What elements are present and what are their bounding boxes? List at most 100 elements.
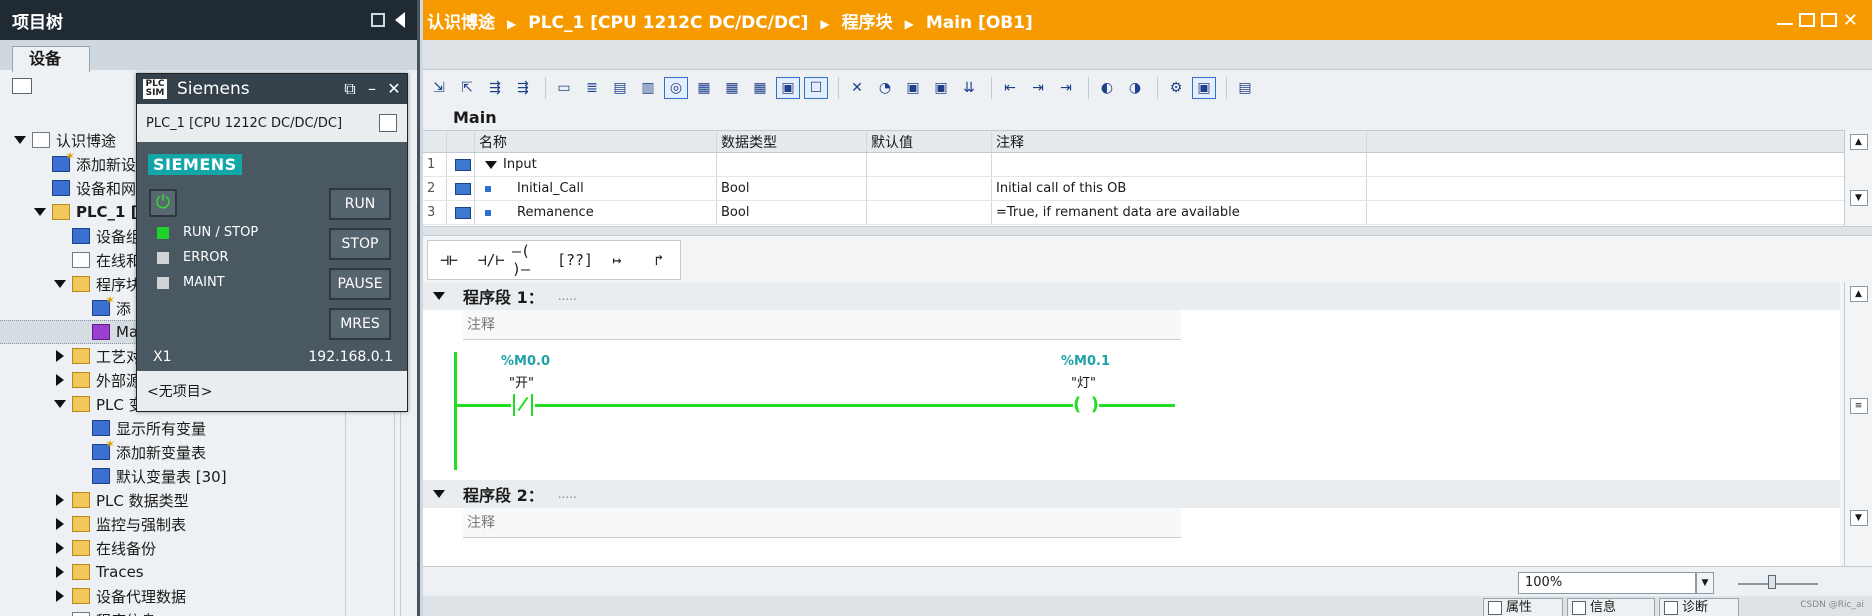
name-cell[interactable]: Initial_Call	[475, 177, 717, 200]
column-default-header[interactable]: 默认值	[867, 131, 992, 152]
name-cell[interactable]: Remanence	[475, 201, 717, 224]
breadcrumb-item[interactable]: 程序块	[842, 13, 893, 33]
collapsed-icon[interactable]	[56, 350, 64, 362]
monitor-icon[interactable]: ◔	[873, 77, 897, 99]
insert-row-icon[interactable]: ⇶	[483, 77, 507, 99]
breadcrumb-item[interactable]: PLC_1 [CPU 1212C DC/DC/DC]	[528, 13, 808, 33]
zoom-input[interactable]: 100%	[1518, 572, 1696, 594]
output-coil[interactable]: ()	[1073, 394, 1099, 418]
tree-item[interactable]: 显示所有变量	[0, 416, 395, 440]
scroll-down-icon[interactable]: ▼	[1849, 190, 1868, 206]
favorites-icon[interactable]: ☐	[804, 77, 828, 99]
scroll-down-icon[interactable]: ▼	[1849, 510, 1868, 526]
contact-tag[interactable]: "开"	[509, 372, 534, 391]
toolbar-icon[interactable]: ▣	[929, 77, 953, 99]
network-1-title-placeholder[interactable]: .....	[558, 289, 577, 303]
delete-icon[interactable]: ✕	[845, 77, 869, 99]
name-cell[interactable]: Input	[475, 153, 717, 176]
settings-icon[interactable]: ⚙	[1164, 77, 1188, 99]
collapse-panel-icon[interactable]	[395, 12, 405, 28]
column-name-header[interactable]: 名称	[475, 131, 717, 152]
chevron-down-icon[interactable]: ▼	[1696, 572, 1714, 594]
pause-button[interactable]: PAUSE	[329, 268, 391, 300]
toolbar-icon[interactable]: ▣	[776, 77, 800, 99]
expanded-icon[interactable]	[34, 208, 46, 216]
delete-network-icon[interactable]: ⇱	[455, 77, 479, 99]
restore-icon[interactable]	[1798, 13, 1815, 27]
close-branch-icon[interactable]: ↱	[638, 241, 680, 279]
normally-closed-contact[interactable]	[511, 394, 535, 416]
network-1-header[interactable]: 程序段 1： .....	[423, 282, 1840, 310]
minimize-icon[interactable]	[1776, 23, 1793, 27]
breadcrumb-item[interactable]: 认识博途	[427, 13, 495, 33]
coil-address[interactable]: %M0.1	[1061, 354, 1110, 369]
toolbar-icon[interactable]: ▤	[608, 77, 632, 99]
tree-item[interactable]: 设备代理数据	[0, 584, 395, 608]
toolbar-icon[interactable]: ▦	[748, 77, 772, 99]
minimize-icon[interactable]: –	[363, 80, 381, 98]
collapsed-icon[interactable]	[56, 494, 64, 506]
close-icon[interactable]: ✕	[1843, 10, 1858, 31]
add-row-icon[interactable]: ⇶	[511, 77, 535, 99]
column-comment-header[interactable]: 注释	[992, 131, 1367, 152]
collapsed-icon[interactable]	[56, 590, 64, 602]
document-icon[interactable]	[379, 114, 397, 132]
scroll-thumb-icon[interactable]: ≡	[1849, 398, 1868, 414]
project-view-icon[interactable]	[12, 78, 32, 94]
scroll-up-icon[interactable]: ▲	[1849, 286, 1868, 302]
insert-network-icon[interactable]: ⇲	[427, 77, 451, 99]
plcsim-title-bar[interactable]: PLC SIM Siemens ⧉ – ✕	[137, 74, 407, 104]
collapsed-icon[interactable]	[56, 566, 64, 578]
coil-tag[interactable]: "灯"	[1071, 372, 1096, 391]
interface-scrollbar[interactable]: ▲ ▼	[1844, 130, 1872, 226]
compile-icon[interactable]: ⇊	[957, 77, 981, 99]
tree-item[interactable]: 添加新变量表	[0, 437, 395, 464]
default-value-cell[interactable]	[867, 153, 992, 176]
run-button[interactable]: RUN	[329, 188, 391, 220]
data-type-cell[interactable]	[717, 153, 867, 176]
collapsed-icon[interactable]	[56, 374, 64, 386]
toolbar-icon[interactable]: ⇥	[1054, 77, 1078, 99]
scroll-up-icon[interactable]: ▲	[1849, 134, 1868, 150]
toolbar-icon[interactable]: ▣	[901, 77, 925, 99]
network-scrollbar[interactable]: ▲ ≡ ▼	[1844, 282, 1872, 580]
default-value-cell[interactable]	[867, 201, 992, 224]
stop-button[interactable]: STOP	[329, 228, 391, 260]
collapse-icon[interactable]	[433, 292, 445, 300]
indent-icon[interactable]: ⇤	[998, 77, 1022, 99]
data-type-cell[interactable]: Bool	[717, 177, 867, 200]
toolbar-icon[interactable]: ◑	[1123, 77, 1147, 99]
expanded-icon[interactable]	[54, 280, 66, 288]
collapsed-icon[interactable]	[56, 518, 64, 530]
empty-box-icon[interactable]: [??]	[554, 241, 596, 279]
comment-cell[interactable]: =True, if remanent data are available	[992, 201, 1367, 224]
breadcrumb-item[interactable]: Main [OB1]	[926, 13, 1033, 33]
pin-icon[interactable]	[371, 13, 385, 27]
outdent-icon[interactable]: ⇥	[1026, 77, 1050, 99]
database-icon[interactable]: ▤	[1233, 77, 1257, 99]
mres-button[interactable]: MRES	[329, 308, 391, 340]
expanded-icon[interactable]	[485, 160, 497, 169]
data-type-cell[interactable]: Bool	[717, 201, 867, 224]
tree-item[interactable]: 监控与强制表	[0, 512, 395, 536]
zoom-slider[interactable]	[1738, 583, 1818, 585]
tab-devices[interactable]: 设备	[12, 46, 90, 72]
no-contact-icon[interactable]: ⊣⊢	[428, 241, 470, 279]
tab-info[interactable]: 信息	[1567, 598, 1655, 616]
toolbar-icon[interactable]: ▦	[720, 77, 744, 99]
expanded-icon[interactable]	[14, 136, 26, 144]
collapse-icon[interactable]	[433, 490, 445, 498]
tree-item[interactable]: 程序信息	[0, 608, 395, 616]
toolbar-icon[interactable]: ▦	[692, 77, 716, 99]
contact-address[interactable]: %M0.0	[501, 354, 550, 369]
maximize-icon[interactable]	[1820, 13, 1837, 27]
nc-contact-icon[interactable]: ⊣/⊢	[470, 241, 512, 279]
comment-toggle-icon[interactable]: ◎	[664, 77, 688, 99]
toolbar-icon[interactable]: ◐	[1095, 77, 1119, 99]
expand-view-icon[interactable]: ⧉	[341, 80, 359, 98]
column-type-header[interactable]: 数据类型	[717, 131, 867, 152]
table-row[interactable]: 1 Input	[423, 153, 1844, 177]
toolbar-icon[interactable]: ≣	[580, 77, 604, 99]
tab-properties[interactable]: 属性	[1483, 598, 1563, 616]
table-row[interactable]: 3 Remanence Bool =True, if remanent data ar…	[423, 201, 1844, 225]
